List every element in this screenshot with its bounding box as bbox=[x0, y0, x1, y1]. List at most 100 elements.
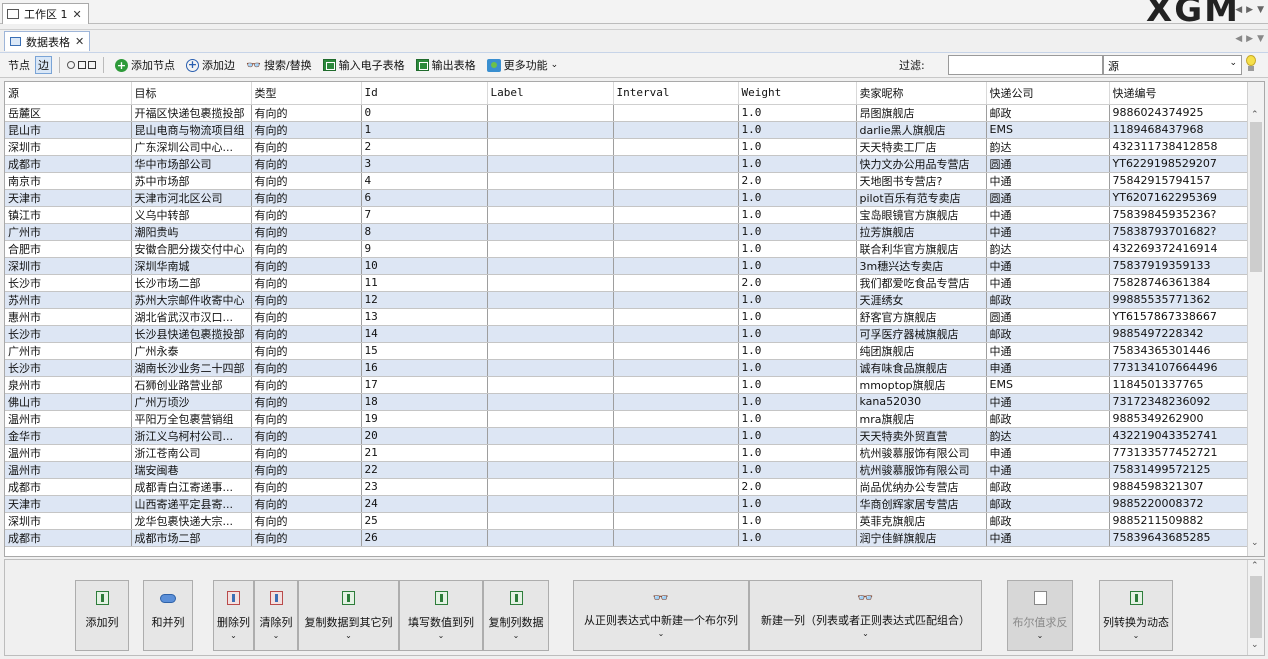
table-cell[interactable]: 有向的 bbox=[251, 155, 362, 173]
table-cell[interactable]: 南京市 bbox=[5, 172, 132, 190]
table-cell[interactable]: 1.0 bbox=[738, 512, 857, 530]
chevron-down-icon[interactable]: ▼ bbox=[1257, 34, 1264, 44]
table-row[interactable]: 佛山市 广州万顷沙 有向的 18 1.0 kana52030 中通 7317234823609… bbox=[5, 393, 1249, 411]
lightbulb-icon[interactable] bbox=[1245, 55, 1257, 72]
table-cell[interactable]: 邮政 bbox=[986, 410, 1110, 428]
table-cell[interactable]: mmoptop旗舰店 bbox=[856, 376, 987, 394]
table-cell[interactable]: 金华市 bbox=[5, 427, 132, 445]
export-table-button[interactable]: 输出表格 bbox=[412, 57, 480, 73]
chevron-down-icon[interactable]: ⌄ bbox=[1251, 538, 1259, 548]
column-header[interactable]: Weight bbox=[738, 82, 857, 105]
table-cell[interactable] bbox=[613, 512, 739, 530]
table-cell[interactable]: 我们都爱吃食品专营店 bbox=[856, 274, 987, 292]
table-cell[interactable] bbox=[487, 257, 614, 275]
table-cell[interactable] bbox=[487, 240, 614, 258]
table-cell[interactable]: 23 bbox=[361, 478, 488, 496]
table-cell[interactable]: 6 bbox=[361, 189, 488, 207]
table-cell[interactable]: 邮政 bbox=[986, 478, 1110, 496]
table-cell[interactable]: 天涯绣女 bbox=[856, 291, 987, 309]
table-cell[interactable]: 广州永泰 bbox=[131, 342, 252, 360]
table-cell[interactable]: 中通 bbox=[986, 529, 1110, 547]
table-cell[interactable]: 深圳市 bbox=[5, 138, 132, 156]
table-cell[interactable]: 有向的 bbox=[251, 104, 362, 122]
table-cell[interactable]: 25 bbox=[361, 512, 488, 530]
table-cell[interactable]: 1.0 bbox=[738, 155, 857, 173]
column-header[interactable]: 源 bbox=[5, 82, 132, 105]
add-node-button[interactable]: + 添加节点 bbox=[111, 57, 179, 73]
table-cell[interactable]: 1.0 bbox=[738, 410, 857, 428]
table-cell[interactable]: 天津市河北区公司 bbox=[131, 189, 252, 207]
table-cell[interactable]: 20 bbox=[361, 427, 488, 445]
table-cell[interactable]: 75837919359133 bbox=[1109, 257, 1249, 275]
table-cell[interactable]: 13 bbox=[361, 308, 488, 326]
table-cell[interactable]: 1.0 bbox=[738, 138, 857, 156]
table-cell[interactable]: 浙江苍南公司 bbox=[131, 444, 252, 462]
table-row[interactable]: 温州市 浙江苍南公司 有向的 21 1.0 杭州骏慕服饰有限公司 申通 77313357745… bbox=[5, 444, 1249, 462]
table-cell[interactable]: 773133577452721 bbox=[1109, 444, 1249, 462]
table-cell[interactable]: 9885211509882 bbox=[1109, 512, 1249, 530]
table-cell[interactable]: 尚品优纳办公专营店 bbox=[856, 478, 987, 496]
table-cell[interactable]: 有向的 bbox=[251, 478, 362, 496]
table-cell[interactable]: 广东深圳公司中心... bbox=[131, 138, 252, 156]
table-cell[interactable]: 英菲克旗舰店 bbox=[856, 512, 987, 530]
table-cell[interactable]: 纯团旗舰店 bbox=[856, 342, 987, 360]
table-cell[interactable]: 75831499572125 bbox=[1109, 461, 1249, 479]
table-cell[interactable]: 成都市 bbox=[5, 529, 132, 547]
table-cell[interactable] bbox=[487, 308, 614, 326]
tab-data-table[interactable]: 数据表格 ✕ bbox=[4, 31, 91, 51]
table-cell[interactable]: 浙江义乌柯村公司... bbox=[131, 427, 252, 445]
table-cell[interactable] bbox=[613, 274, 739, 292]
table-cell[interactable] bbox=[487, 444, 614, 462]
table-cell[interactable]: 舒客官方旗舰店 bbox=[856, 308, 987, 326]
table-cell[interactable]: 432269372416914 bbox=[1109, 240, 1249, 258]
table-cell[interactable]: 申通 bbox=[986, 359, 1110, 377]
table-cell[interactable]: 1.0 bbox=[738, 206, 857, 224]
table-cell[interactable]: 温州市 bbox=[5, 444, 132, 462]
table-cell[interactable] bbox=[613, 257, 739, 275]
table-cell[interactable]: 昆山市 bbox=[5, 121, 132, 139]
table-cell[interactable]: 天津市 bbox=[5, 189, 132, 207]
table-cell[interactable]: 苏中市场部 bbox=[131, 172, 252, 190]
table-cell[interactable]: 有向的 bbox=[251, 189, 362, 207]
table-row[interactable]: 苏州市 苏州大宗邮件收寄中心 有向的 12 1.0 天涯绣女 邮政 9988553577136… bbox=[5, 291, 1249, 309]
table-cell[interactable]: 石狮创业路营业部 bbox=[131, 376, 252, 394]
table-cell[interactable]: 有向的 bbox=[251, 529, 362, 547]
table-cell[interactable]: 龙华包裹快递大宗... bbox=[131, 512, 252, 530]
table-cell[interactable] bbox=[613, 461, 739, 479]
table-cell[interactable]: 成都市场二部 bbox=[131, 529, 252, 547]
table-cell[interactable]: 华商创辉家居专营店 bbox=[856, 495, 987, 513]
table-cell[interactable]: 中通 bbox=[986, 461, 1110, 479]
table-cell[interactable]: 1.0 bbox=[738, 325, 857, 343]
table-cell[interactable] bbox=[487, 104, 614, 122]
table-cell[interactable]: 0 bbox=[361, 104, 488, 122]
table-cell[interactable] bbox=[487, 478, 614, 496]
table-row[interactable]: 金华市 浙江义乌柯村公司... 有向的 20 1.0 天天特卖外贸直营 韵达 43221904… bbox=[5, 427, 1249, 445]
table-cell[interactable]: 75839643685285 bbox=[1109, 529, 1249, 547]
table-cell[interactable]: YT6157867338667 bbox=[1109, 308, 1249, 326]
table-cell[interactable]: 11 bbox=[361, 274, 488, 292]
table-cell[interactable]: 有向的 bbox=[251, 172, 362, 190]
table-cell[interactable] bbox=[613, 529, 739, 547]
table-cell[interactable]: 73172348236092 bbox=[1109, 393, 1249, 411]
table-cell[interactable]: 1189468437968 bbox=[1109, 121, 1249, 139]
table-cell[interactable]: 邮政 bbox=[986, 104, 1110, 122]
table-cell[interactable]: 佛山市 bbox=[5, 393, 132, 411]
table-cell[interactable]: 1.0 bbox=[738, 376, 857, 394]
table-cell[interactable] bbox=[487, 223, 614, 241]
table-row[interactable]: 昆山市 昆山电商与物流项目组 有向的 1 1.0 darlie黑人旗舰店 EMS 118946… bbox=[5, 121, 1249, 139]
chevron-right-icon[interactable]: ▶ bbox=[1246, 5, 1253, 15]
chevron-down-icon[interactable]: ⌄ bbox=[1251, 640, 1259, 650]
table-cell[interactable]: 1.0 bbox=[738, 461, 857, 479]
table-cell[interactable]: 9885349262900 bbox=[1109, 410, 1249, 428]
table-cell[interactable] bbox=[613, 342, 739, 360]
clear-column-button[interactable]: 清除列 ⌄ bbox=[254, 580, 298, 651]
column-header[interactable]: Id bbox=[361, 82, 488, 105]
table-cell[interactable]: 75828746361384 bbox=[1109, 274, 1249, 292]
table-cell[interactable]: 有向的 bbox=[251, 291, 362, 309]
edges-toggle[interactable]: 边 bbox=[35, 56, 52, 74]
table-cell[interactable] bbox=[487, 427, 614, 445]
table-row[interactable]: 合肥市 安徽合肥分拨交付中心 有向的 9 1.0 联合利华官方旗舰店 韵达 432269372… bbox=[5, 240, 1249, 258]
copy-to-other-column-button[interactable]: 复制数据到其它列 ⌄ bbox=[298, 580, 399, 651]
to-dynamic-button[interactable]: 列转换为动态 ⌄ bbox=[1099, 580, 1173, 651]
table-cell[interactable]: 潮阳贵屿 bbox=[131, 223, 252, 241]
